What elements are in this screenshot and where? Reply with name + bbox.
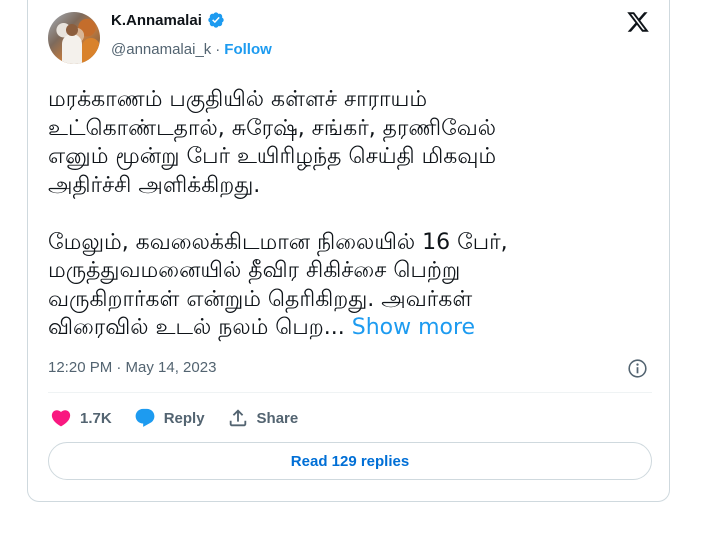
like-button[interactable]: 1.7K — [50, 407, 112, 429]
tweet-paragraph-1: மரக்காணம் பகுதியில் கள்ளச் சாராயம் உட்கொ… — [48, 87, 497, 198]
read-replies-button[interactable]: Read 129 replies — [48, 442, 652, 480]
tweet-text: மரக்காணம் பகுதியில் கள்ளச் சாராயம் உட்கொ… — [48, 86, 648, 343]
info-icon[interactable] — [627, 358, 648, 379]
timestamp[interactable]: 12:20 PM · May 14, 2023 — [48, 359, 216, 376]
divider — [48, 392, 652, 393]
reply-button[interactable]: Reply — [134, 407, 205, 429]
verified-icon — [208, 12, 224, 28]
reply-label: Reply — [163, 409, 205, 427]
share-icon — [229, 409, 246, 427]
tweet-card: K.Annamalai @annamalai_k · Follow மரக்கா… — [27, 0, 670, 502]
like-count: 1.7K — [80, 409, 112, 427]
follow-button[interactable]: Follow — [224, 41, 272, 58]
show-more-link[interactable]: Show more — [352, 315, 475, 340]
reply-bubble-icon — [135, 408, 155, 427]
handle-row: @annamalai_k · Follow — [111, 41, 272, 58]
separator-dot: · — [215, 41, 221, 58]
author-name-row: K.Annamalai — [111, 11, 225, 29]
author-handle[interactable]: @annamalai_k — [111, 41, 211, 58]
heart-icon — [51, 410, 71, 427]
action-bar: 1.7K Reply Share — [50, 407, 320, 429]
author-name[interactable]: K.Annamalai — [111, 12, 202, 29]
avatar[interactable] — [48, 12, 100, 64]
share-label: Share — [256, 409, 299, 427]
x-logo-icon[interactable] — [626, 10, 650, 34]
share-button[interactable]: Share — [227, 407, 299, 429]
